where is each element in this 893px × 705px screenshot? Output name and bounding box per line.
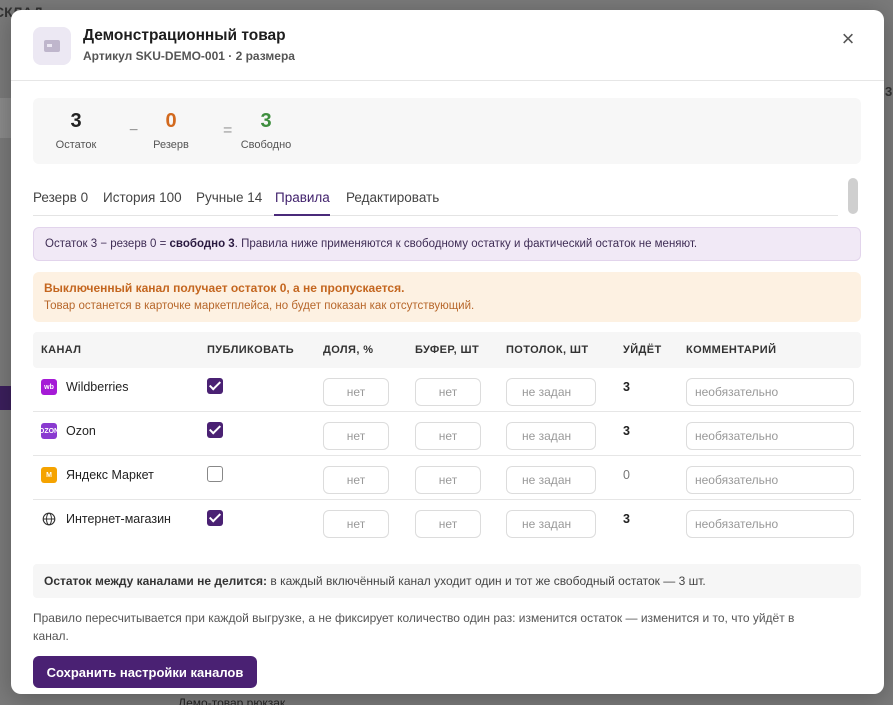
buffer-input[interactable] [415, 466, 481, 494]
publish-checkbox[interactable] [207, 422, 223, 438]
tab-history[interactable]: История 100 [103, 190, 182, 205]
active-tab-indicator [274, 214, 330, 216]
channel-name: Интернет-магазин [66, 512, 171, 526]
table-header: КАНАЛ ПУБЛИКОВАТЬ ДОЛЯ, % БУФЕР, ШТ ПОТО… [33, 332, 861, 368]
share-input[interactable] [323, 378, 389, 406]
minus-sign: − [129, 122, 139, 139]
header-publish: ПУБЛИКОВАТЬ [207, 344, 295, 356]
tab-rules[interactable]: Правила [275, 190, 330, 205]
cap-input[interactable] [506, 510, 596, 538]
background-strip [0, 98, 11, 138]
background-right-value: 3 [885, 84, 893, 99]
free-stat: 3 Свободно [236, 110, 296, 151]
stock-sharing-info: Остаток между каналами не делится: в каж… [33, 564, 861, 598]
stock-value: 3 [70, 110, 82, 132]
buffer-input[interactable] [415, 422, 481, 450]
header-channel: КАНАЛ [41, 344, 82, 356]
cap-input[interactable] [506, 422, 596, 450]
wildberries-icon: wb [41, 379, 57, 395]
stock-stat: 3 Остаток [50, 110, 102, 151]
product-image-placeholder-icon [33, 27, 71, 65]
reserve-value: 0 [165, 110, 177, 132]
table-row: OZON Ozon 3 [33, 412, 861, 456]
header-share: ДОЛЯ, % [323, 344, 374, 356]
header-comment: КОММЕНТАРИЙ [686, 344, 777, 356]
tab-manual[interactable]: Ручные 14 [196, 190, 262, 205]
tab-reserve[interactable]: Резерв 0 [33, 190, 88, 205]
table-row: М Яндекс Маркет 0 [33, 456, 861, 500]
share-input[interactable] [323, 466, 389, 494]
close-icon[interactable]: × [838, 28, 858, 50]
save-channel-settings-button[interactable]: Сохранить настройки каналов [33, 656, 257, 688]
publish-checkbox[interactable] [207, 466, 223, 482]
cap-input[interactable] [506, 466, 596, 494]
warning-text: Товар останется в карточке маркетплейса,… [44, 300, 475, 312]
table-row: wb Wildberries 3 [33, 368, 861, 412]
ozon-icon: OZON [39, 423, 59, 439]
yandex-market-icon: М [41, 467, 57, 483]
share-input[interactable] [323, 510, 389, 538]
comment-input[interactable] [686, 422, 854, 450]
cap-input[interactable] [506, 378, 596, 406]
equals-sign: = [223, 122, 233, 139]
reserve-stat: 0 Резерв [145, 110, 197, 151]
disabled-channel-warning: Выключенный канал получает остаток 0, а … [33, 272, 861, 322]
share-input[interactable] [323, 422, 389, 450]
recalculation-footnote: Правило пересчитывается при каждой выгру… [33, 611, 795, 643]
info-text: в каждый включённый канал уходит один и … [267, 574, 706, 588]
notice-bold: свободно 3 [169, 238, 235, 250]
info-bold: Остаток между каналами не делится: [44, 574, 268, 588]
table-body: wb Wildberries 3 OZON Ozon 3 М Яндекс Ма… [33, 368, 861, 544]
background-nav-item [0, 386, 11, 410]
notice-prefix: Остаток 3 − резерв 0 = [45, 238, 170, 250]
free-value: 3 [260, 110, 272, 132]
comment-input[interactable] [686, 378, 854, 406]
buffer-input[interactable] [415, 510, 481, 538]
comment-input[interactable] [686, 466, 854, 494]
stock-label: Остаток [55, 139, 97, 151]
channels-table: КАНАЛ ПУБЛИКОВАТЬ ДОЛЯ, % БУФЕР, ШТ ПОТО… [33, 332, 861, 544]
channel-name: Яндекс Маркет [66, 468, 154, 482]
header-goes: УЙДЁТ [623, 344, 662, 356]
tab-edit[interactable]: Редактировать [346, 190, 439, 205]
modal-body: 3 Остаток − 0 Резерв = 3 Свободно Резерв… [11, 82, 884, 694]
goes-value: 0 [623, 468, 630, 482]
channel-name: Ozon [66, 424, 96, 438]
channel-name: Wildberries [66, 380, 129, 394]
channel-rules-modal: Демонстрационный товар Артикул SKU-DEMO-… [11, 10, 884, 694]
buffer-input[interactable] [415, 378, 481, 406]
product-title: Демонстрационный товар [83, 27, 286, 44]
reserve-label: Резерв [153, 139, 189, 151]
header-buffer: БУФЕР, ШТ [415, 344, 480, 356]
free-stock-notice: Остаток 3 − резерв 0 = свободно 3. Прави… [33, 227, 861, 261]
product-subtitle: Артикул SKU-DEMO-001 · 2 размера [83, 49, 295, 63]
warning-title: Выключенный канал получает остаток 0, а … [44, 281, 405, 295]
table-row: Интернет-магазин 3 [33, 500, 861, 544]
notice-suffix: . Правила ниже применяются к свободному … [234, 238, 698, 250]
header-cap: ПОТОЛОК, ШТ [506, 344, 589, 356]
goes-value: 3 [623, 424, 630, 438]
publish-checkbox[interactable] [207, 378, 223, 394]
background-row-text: Демо-товар рюкзак [178, 696, 286, 705]
globe-icon [41, 511, 57, 527]
publish-checkbox[interactable] [207, 510, 223, 526]
goes-value: 3 [623, 380, 630, 394]
goes-value: 3 [623, 512, 630, 526]
stock-summary: 3 Остаток − 0 Резерв = 3 Свободно [33, 98, 861, 164]
scrollbar[interactable] [848, 178, 858, 214]
comment-input[interactable] [686, 510, 854, 538]
modal-header: Демонстрационный товар Артикул SKU-DEMO-… [11, 10, 884, 81]
free-label: Свободно [240, 139, 292, 151]
tabs: Резерв 0 История 100 Ручные 14 Правила Р… [33, 184, 838, 216]
